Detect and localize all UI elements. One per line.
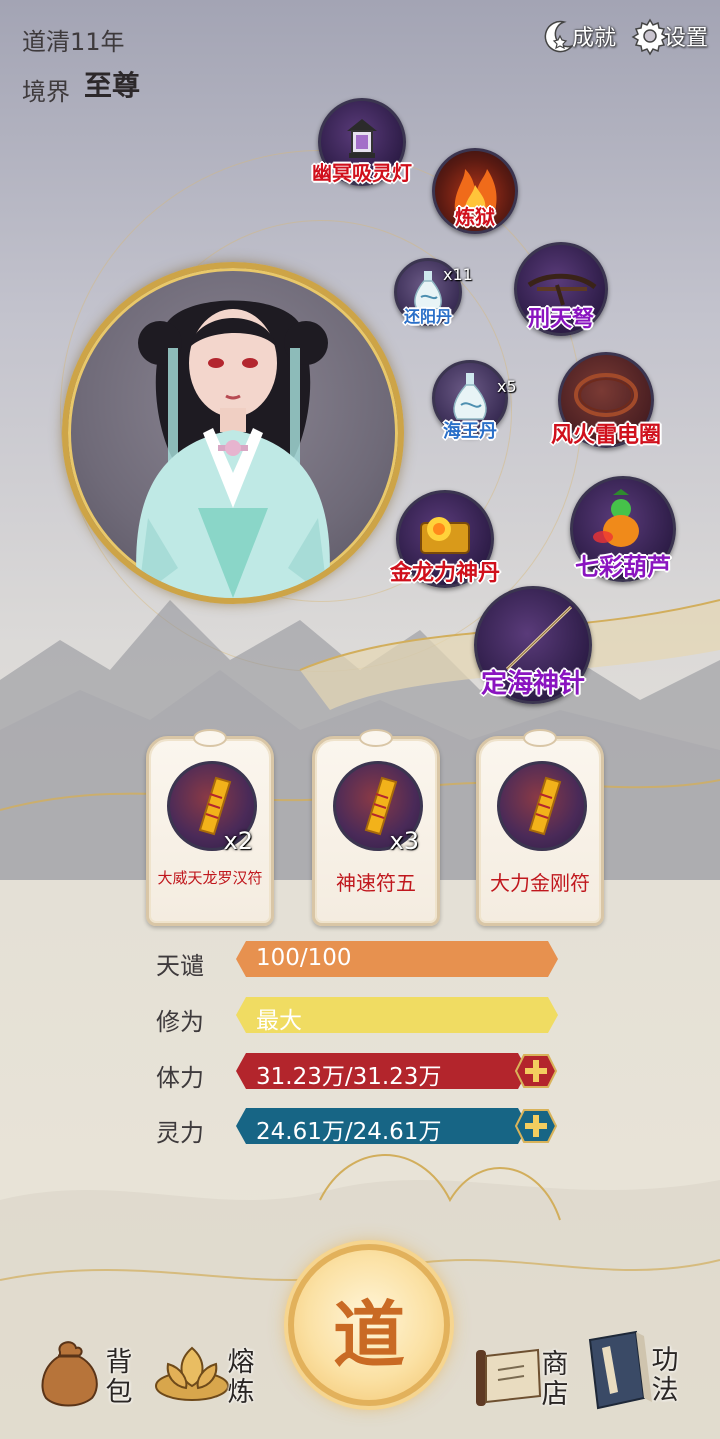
item-name: 定海神针: [480, 669, 586, 699]
talisman-name: 大威天龙罗汉符: [157, 869, 263, 887]
item-name: 炼狱: [455, 205, 495, 229]
achievements-button[interactable]: 成就: [538, 10, 616, 62]
realm-label: 境界: [22, 78, 70, 106]
item-name: 幽冥吸灵灯: [312, 161, 412, 185]
item-name: 风火雷电圈: [550, 423, 662, 448]
stat-bar-cultivation: 最大: [236, 997, 558, 1033]
plus-icon: [514, 1054, 558, 1088]
book-icon: [588, 1330, 652, 1410]
stat-value: 24.61万/24.61万: [256, 1119, 442, 1145]
item-name: 七彩葫芦: [575, 553, 671, 581]
item-orb-sea-pin[interactable]: 定海神针: [474, 586, 592, 704]
talisman-name: 神速符五: [336, 871, 416, 895]
card-ornament: [359, 729, 393, 747]
item-name: 海王丹: [443, 421, 497, 442]
item-orb-revive-pill[interactable]: x11 还阳丹: [394, 258, 473, 326]
item-name: 金龙力神丹: [389, 561, 501, 586]
plus-icon: [514, 1109, 558, 1143]
card-ornament: [193, 729, 227, 747]
character-figure: [136, 300, 330, 598]
stat-value: 100/100: [256, 945, 352, 971]
stat-label-cultivation: 修为: [156, 1008, 204, 1036]
add-stamina-button[interactable]: [510, 1051, 562, 1091]
lotus-icon: [155, 1346, 229, 1401]
talisman-name: 大力金刚符: [490, 871, 590, 895]
talisman-card[interactable]: x3 神速符五: [312, 729, 440, 926]
item-orb-seven-color-gourd[interactable]: 七彩葫芦: [570, 476, 676, 582]
talisman-icon: [528, 776, 562, 836]
talisman-card[interactable]: x2 大威天龙罗汉符: [146, 729, 274, 926]
realm-value: 至尊: [84, 69, 141, 102]
nav-smelt[interactable]: 熔炼: [150, 1328, 260, 1418]
nav-skills[interactable]: 功法: [580, 1326, 690, 1420]
item-name: 刑天弩: [527, 307, 595, 332]
stat-value: 31.23万/31.23万: [256, 1064, 442, 1090]
talisman-count: x2: [223, 827, 253, 855]
settings-button[interactable]: 设置: [630, 10, 708, 62]
dao-glyph: 道: [332, 1292, 405, 1377]
stat-value: 最大: [256, 1008, 302, 1034]
stat-bar-stamina: 31.23万/31.23万: [236, 1053, 528, 1089]
stat-bar-retribution: 100/100: [236, 941, 558, 977]
game-year: 道清11年: [22, 28, 125, 56]
nav-shop-label: 商店: [541, 1349, 569, 1410]
stat-bar-spirit: 24.61万/24.61万: [236, 1108, 528, 1144]
settings-label: 设置: [664, 26, 709, 51]
add-spirit-button[interactable]: [510, 1106, 562, 1146]
card-ornament: [523, 729, 557, 747]
item-orb-sea-king-pill[interactable]: x5 海王丹: [432, 360, 517, 442]
item-orb-crossbow[interactable]: 刑天弩: [514, 242, 608, 336]
bag-icon: [41, 1341, 98, 1407]
nav-bag[interactable]: 背包: [30, 1328, 140, 1418]
nav-shop[interactable]: 商店: [468, 1330, 578, 1420]
scroll-icon: [476, 1348, 542, 1406]
item-count: x5: [497, 377, 517, 396]
nav-smelt-label: 熔炼: [227, 1347, 255, 1408]
item-orb-wind-fire-ring[interactable]: 风火雷电圈: [551, 352, 661, 448]
stat-label-spirit: 灵力: [156, 1119, 204, 1147]
nav-bag-label: 背包: [105, 1347, 133, 1408]
item-orb-golden-dragon-pill[interactable]: 金龙力神丹: [390, 490, 500, 588]
talisman-card[interactable]: 大力金刚符: [476, 729, 604, 926]
nav-skills-label: 功法: [651, 1345, 679, 1406]
item-orb-lamp[interactable]: 幽冥吸灵灯: [312, 98, 412, 186]
achievements-label: 成就: [572, 26, 617, 51]
item-count: x11: [443, 265, 473, 284]
item-orb-purgatory[interactable]: 炼狱: [432, 148, 518, 234]
talisman-count: x3: [389, 827, 419, 855]
talisman-slot: [497, 761, 587, 851]
item-name: 还阳丹: [403, 307, 453, 326]
stat-label-stamina: 体力: [156, 1064, 204, 1092]
dao-center-button[interactable]: 道: [288, 1244, 450, 1406]
character-portrait[interactable]: [62, 262, 404, 604]
stat-label-retribution: 天谴: [156, 952, 204, 980]
